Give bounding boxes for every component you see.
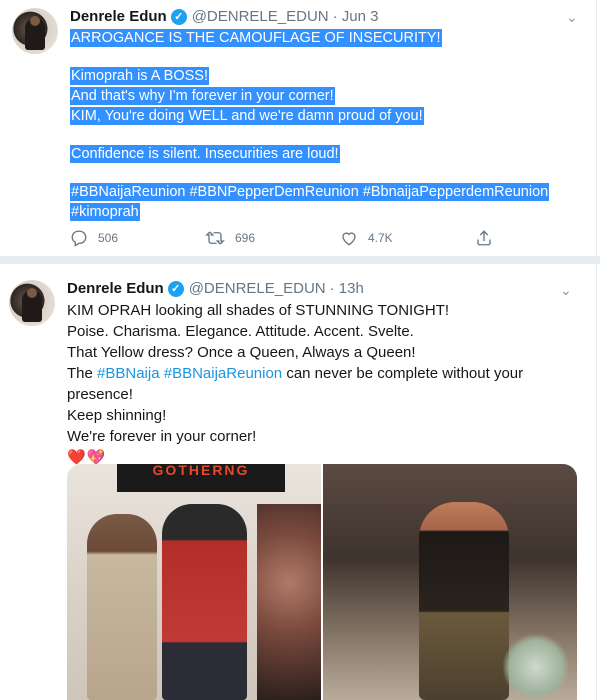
tweet-text: KIM OPRAH looking all shades of STUNNING… bbox=[67, 300, 567, 468]
share-button[interactable] bbox=[475, 226, 515, 250]
tweet-1[interactable]: Denrele Edun ✓ @DENRELE_EDUN · Jun 3 ⌄ A… bbox=[0, 0, 597, 256]
reply-button[interactable]: 506 bbox=[70, 226, 205, 250]
reply-count: 506 bbox=[98, 231, 119, 245]
like-button[interactable]: 4.7K bbox=[340, 226, 475, 250]
author-handle[interactable]: @DENRELE_EDUN bbox=[189, 280, 326, 297]
tweet-media[interactable]: GOTHERNG bbox=[67, 464, 577, 700]
tweet-separator bbox=[0, 256, 600, 264]
tweet-text-fragment: The bbox=[67, 365, 98, 382]
photo-right[interactable] bbox=[323, 464, 577, 700]
tweet-line: KIM OPRAH looking all shades of STUNNING… bbox=[67, 302, 450, 319]
reply-icon bbox=[71, 230, 87, 247]
tweet-actions: 506 696 4.7K bbox=[70, 226, 530, 250]
like-count: 4.7K bbox=[368, 231, 393, 245]
chevron-down-icon[interactable]: ⌄ bbox=[560, 282, 572, 299]
person-figure bbox=[162, 504, 247, 700]
hashtag-link[interactable]: #BBNaija bbox=[97, 365, 160, 382]
tweet-text-fragment: can never be complete without your bbox=[282, 365, 524, 382]
tweet-line: Confidence is silent. Insecurities are l… bbox=[70, 145, 340, 163]
person-figure bbox=[419, 502, 509, 700]
tweet-line: Keep shinning! bbox=[67, 407, 167, 424]
tweet-text: ARROGANCE IS THE CAMOUFLAGE OF INSECURIT… bbox=[70, 28, 570, 222]
person-figure bbox=[87, 514, 157, 700]
share-icon bbox=[477, 230, 491, 246]
event-banner: GOTHERNG bbox=[117, 464, 285, 492]
avatar[interactable] bbox=[12, 8, 58, 54]
tweet-line: That Yellow dress? Once a Queen, Always … bbox=[67, 344, 416, 361]
tweet-timestamp[interactable]: · 13h bbox=[330, 280, 364, 297]
author-name[interactable]: Denrele Edun bbox=[67, 280, 164, 297]
tweet-line: Kimoprah is A BOSS! bbox=[70, 67, 210, 85]
author-name[interactable]: Denrele Edun bbox=[70, 8, 167, 25]
tweet-line: Poise. Charisma. Elegance. Attitude. Acc… bbox=[67, 323, 414, 340]
tweet-2[interactable]: Denrele Edun ✓ @DENRELE_EDUN · 13h ⌄ KIM… bbox=[0, 264, 597, 700]
heart-icon bbox=[342, 232, 356, 246]
banner-text: GOTHERNG bbox=[152, 464, 250, 478]
tweet-line: The #BBNaija #BBNaijaReunion can never b… bbox=[67, 363, 567, 384]
tweet-line: presence! bbox=[67, 386, 133, 403]
poster bbox=[257, 504, 321, 700]
author-handle[interactable]: @DENRELE_EDUN bbox=[192, 8, 329, 25]
verified-badge-icon: ✓ bbox=[170, 8, 187, 25]
tweet-header: Denrele Edun ✓ @DENRELE_EDUN · Jun 3 bbox=[70, 8, 378, 25]
hashtag-line[interactable]: #kimoprah bbox=[70, 203, 140, 221]
tweet-timestamp[interactable]: · Jun 3 bbox=[333, 8, 379, 25]
verified-badge-icon: ✓ bbox=[167, 280, 184, 297]
plant-decoration bbox=[501, 634, 571, 700]
hashtag-link[interactable]: #BBNaijaReunion bbox=[164, 365, 282, 382]
tweet-line: We're forever in your corner! bbox=[67, 428, 257, 445]
hashtag-line[interactable]: #BBNaijaReunion #BBNPepperDemReunion #Bb… bbox=[70, 183, 550, 201]
chevron-down-icon[interactable]: ⌄ bbox=[566, 9, 578, 26]
tweet-line: ARROGANCE IS THE CAMOUFLAGE OF INSECURIT… bbox=[70, 29, 442, 47]
tweet-line: And that's why I'm forever in your corne… bbox=[70, 87, 335, 105]
tweet-line: KIM, You're doing WELL and we're damn pr… bbox=[70, 107, 424, 125]
retweet-count: 696 bbox=[235, 231, 256, 245]
retweet-icon bbox=[205, 231, 225, 245]
tweet-header: Denrele Edun ✓ @DENRELE_EDUN · 13h bbox=[67, 280, 364, 297]
photo-left[interactable]: GOTHERNG bbox=[67, 464, 321, 700]
retweet-button[interactable]: 696 bbox=[205, 226, 340, 250]
avatar[interactable] bbox=[9, 280, 55, 326]
